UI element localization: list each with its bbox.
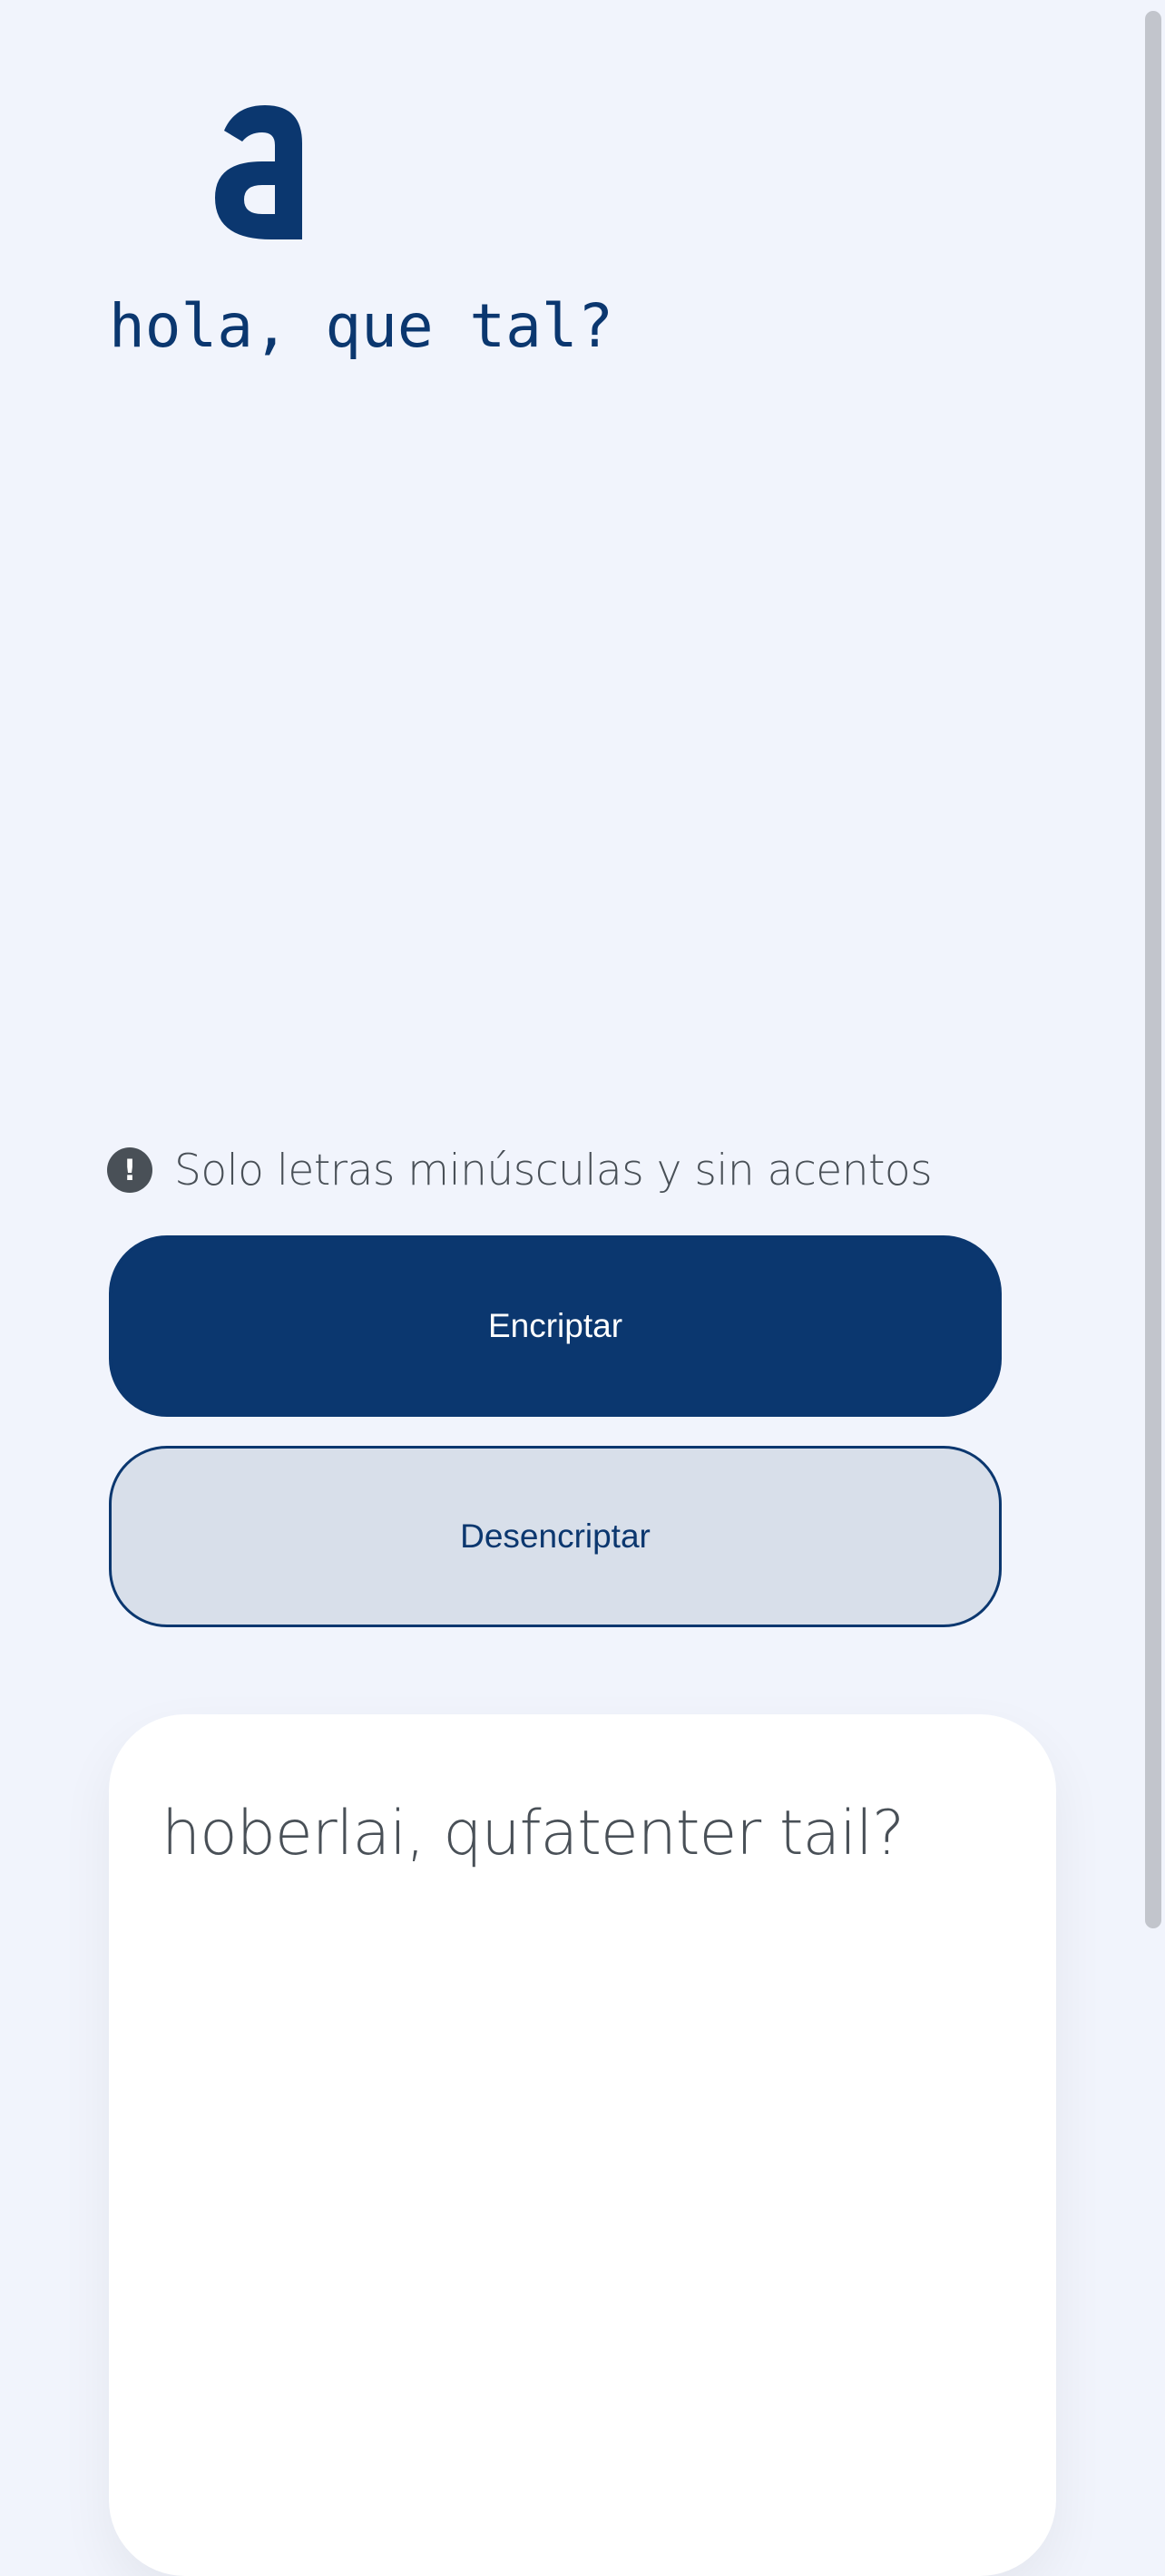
text-input[interactable]: hola, que tal?: [109, 290, 1016, 1107]
output-panel: hoberlai, qufatenter tail?: [109, 1714, 1056, 2576]
scrollbar-thumb[interactable]: [1145, 11, 1161, 1928]
encrypt-button[interactable]: Encriptar: [109, 1235, 1002, 1417]
alura-logo-icon: [215, 105, 302, 239]
app-page: hola, que tal? ! Solo letras minúsculas …: [0, 0, 1165, 2576]
output-text: hoberlai, qufatenter tail?: [162, 1798, 905, 1869]
input-hint: ! Solo letras minúsculas y sin acentos: [107, 1145, 933, 1195]
exclamation-circle-icon: !: [107, 1147, 152, 1193]
hint-text: Solo letras minúsculas y sin acentos: [174, 1145, 933, 1195]
decrypt-button[interactable]: Desencriptar: [109, 1446, 1002, 1627]
